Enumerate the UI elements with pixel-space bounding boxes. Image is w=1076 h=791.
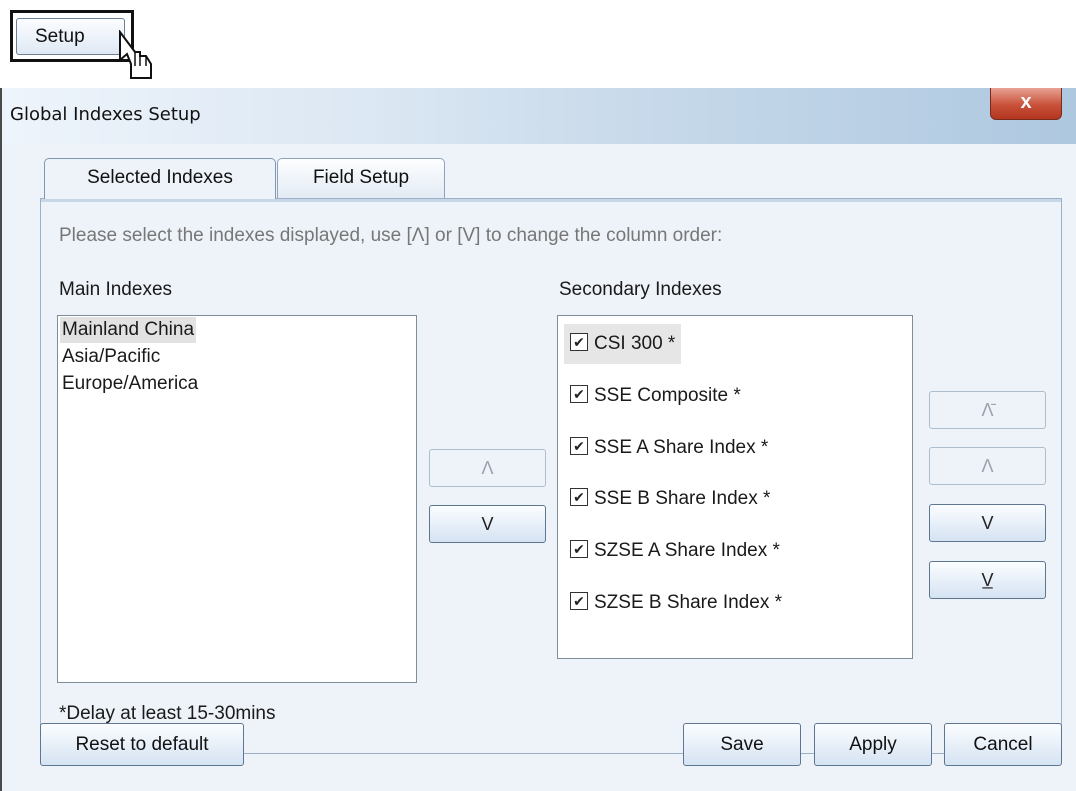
setup-button[interactable]: Setup <box>16 18 125 55</box>
list-item-mainland-china[interactable]: Mainland China <box>60 317 197 343</box>
list-item-europe-america[interactable]: Europe/America <box>60 371 200 397</box>
main-indexes-label: Main Indexes <box>59 279 173 300</box>
secondary-move-up-button[interactable]: Λ <box>929 447 1046 485</box>
save-button[interactable]: Save <box>683 723 801 766</box>
checkbox-checked-icon[interactable]: ✔ <box>570 332 588 351</box>
selected-indexes-panel: Please select the indexes displayed, use… <box>40 198 1062 754</box>
secondary-item-label: SZSE A Share Index * <box>594 540 780 561</box>
move-down-icon: V <box>981 513 994 533</box>
main-move-up-button[interactable]: Λ <box>429 449 546 487</box>
secondary-item-sse-a-share[interactable]: ✔ SSE A Share Index * <box>564 428 774 468</box>
close-icon: x <box>1020 91 1032 113</box>
main-move-down-button[interactable]: V <box>429 505 546 543</box>
delay-note: *Delay at least 15-30mins <box>59 703 276 724</box>
secondary-indexes-list[interactable]: ✔ CSI 300 * ✔ SSE Composite * ✔ SSE A Share… <box>557 315 913 659</box>
mouse-pointer-icon <box>119 30 152 79</box>
dialog-client-area: Selected Indexes Field Setup Please sele… <box>2 144 1076 791</box>
move-to-top-icon: Λ̄ <box>981 400 994 420</box>
list-item-asia-pacific[interactable]: Asia/Pacific <box>60 344 162 370</box>
main-indexes-list[interactable]: Mainland China Asia/Pacific Europe/Ameri… <box>57 315 417 683</box>
secondary-item-sse-composite[interactable]: ✔ SSE Composite * <box>564 376 747 416</box>
reset-to-default-button[interactable]: Reset to default <box>40 723 244 766</box>
secondary-item-label: SSE Composite * <box>594 385 741 406</box>
move-up-icon: Λ <box>481 458 494 478</box>
secondary-move-down-button[interactable]: V <box>929 504 1046 542</box>
secondary-item-csi-300[interactable]: ✔ CSI 300 * <box>564 324 682 364</box>
secondary-move-top-button[interactable]: Λ̄ <box>929 391 1046 429</box>
cancel-button[interactable]: Cancel <box>944 723 1062 766</box>
secondary-indexes-label: Secondary Indexes <box>559 279 722 300</box>
move-to-bottom-icon: V̲ <box>981 570 994 590</box>
secondary-item-szse-b-share[interactable]: ✔ SZSE B Share Index * <box>564 583 788 623</box>
secondary-item-label: CSI 300 * <box>594 333 676 354</box>
secondary-move-bottom-button[interactable]: V̲ <box>929 561 1046 599</box>
checkbox-checked-icon[interactable]: ✔ <box>570 487 588 506</box>
checkbox-checked-icon[interactable]: ✔ <box>570 436 588 455</box>
checkbox-checked-icon[interactable]: ✔ <box>570 539 588 558</box>
checkbox-checked-icon[interactable]: ✔ <box>570 591 588 610</box>
secondary-item-sse-b-share[interactable]: ✔ SSE B Share Index * <box>564 479 776 519</box>
move-up-icon: Λ <box>981 456 994 476</box>
secondary-item-label: SZSE B Share Index * <box>594 592 782 613</box>
apply-button[interactable]: Apply <box>814 723 932 766</box>
secondary-item-label: SSE B Share Index * <box>594 488 771 509</box>
tab-selected-indexes[interactable]: Selected Indexes <box>44 158 276 199</box>
tab-field-setup[interactable]: Field Setup <box>277 158 445 198</box>
dialog-title: Global Indexes Setup <box>10 104 201 125</box>
global-indexes-setup-dialog: Global Indexes Setup x Selected Indexes … <box>0 88 1076 791</box>
instruction-text: Please select the indexes displayed, use… <box>59 225 723 246</box>
secondary-item-szse-a-share[interactable]: ✔ SZSE A Share Index * <box>564 531 786 571</box>
checkbox-checked-icon[interactable]: ✔ <box>570 384 588 403</box>
secondary-item-label: SSE A Share Index * <box>594 437 769 458</box>
move-down-icon: V <box>481 514 494 534</box>
close-button[interactable]: x <box>990 88 1062 120</box>
dialog-titlebar: Global Indexes Setup x <box>2 88 1076 144</box>
